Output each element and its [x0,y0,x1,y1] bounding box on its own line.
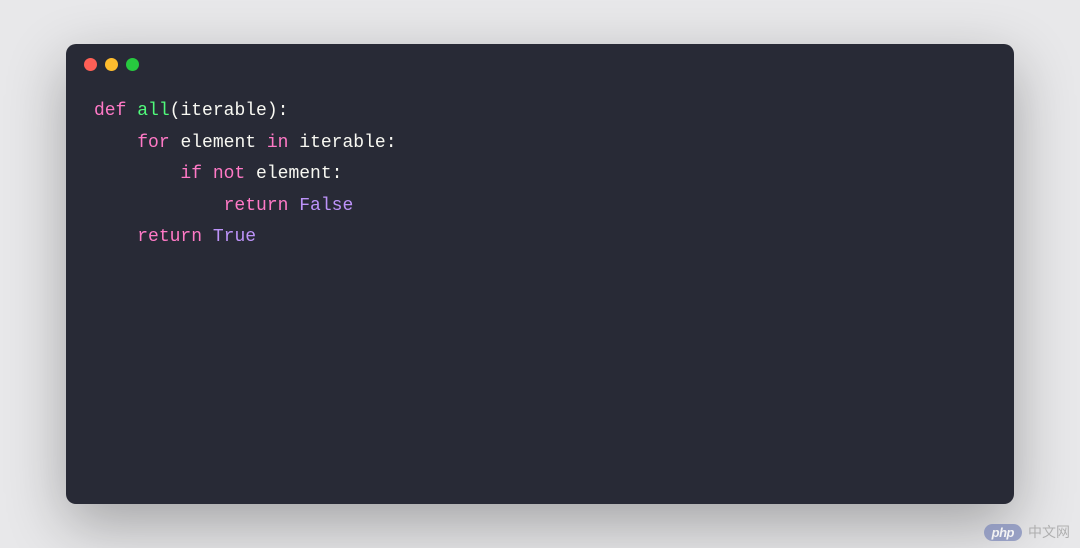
code-token: if [180,164,212,184]
code-token: ): [267,101,289,121]
watermark: php 中文网 [984,522,1070,542]
code-line: return True [94,222,986,254]
maximize-icon[interactable] [126,58,139,71]
code-token: True [213,227,256,247]
code-line: if not element: [94,159,986,191]
code-token: return [137,227,213,247]
code-token: all [137,101,169,121]
close-icon[interactable] [84,58,97,71]
code-token: return [224,196,300,216]
code-token: element [180,133,266,153]
code-token: in [267,133,299,153]
code-token: ( [170,101,181,121]
code-token: iterable [180,101,266,121]
minimize-icon[interactable] [105,58,118,71]
code-token: element [256,164,332,184]
code-token: for [137,133,180,153]
code-token: iterable [299,133,385,153]
code-line: return False [94,191,986,223]
code-window: def all(iterable): for element in iterab… [66,44,1014,504]
watermark-text: 中文网 [1028,522,1070,542]
code-token: def [94,101,137,121]
code-area: def all(iterable): for element in iterab… [66,84,1014,266]
code-token: : [386,133,397,153]
php-badge: php [984,524,1022,541]
code-line: def all(iterable): [94,96,986,128]
window-titlebar [66,44,1014,84]
code-token: False [299,196,353,216]
code-line: for element in iterable: [94,128,986,160]
code-token: not [213,164,256,184]
code-token: : [332,164,343,184]
